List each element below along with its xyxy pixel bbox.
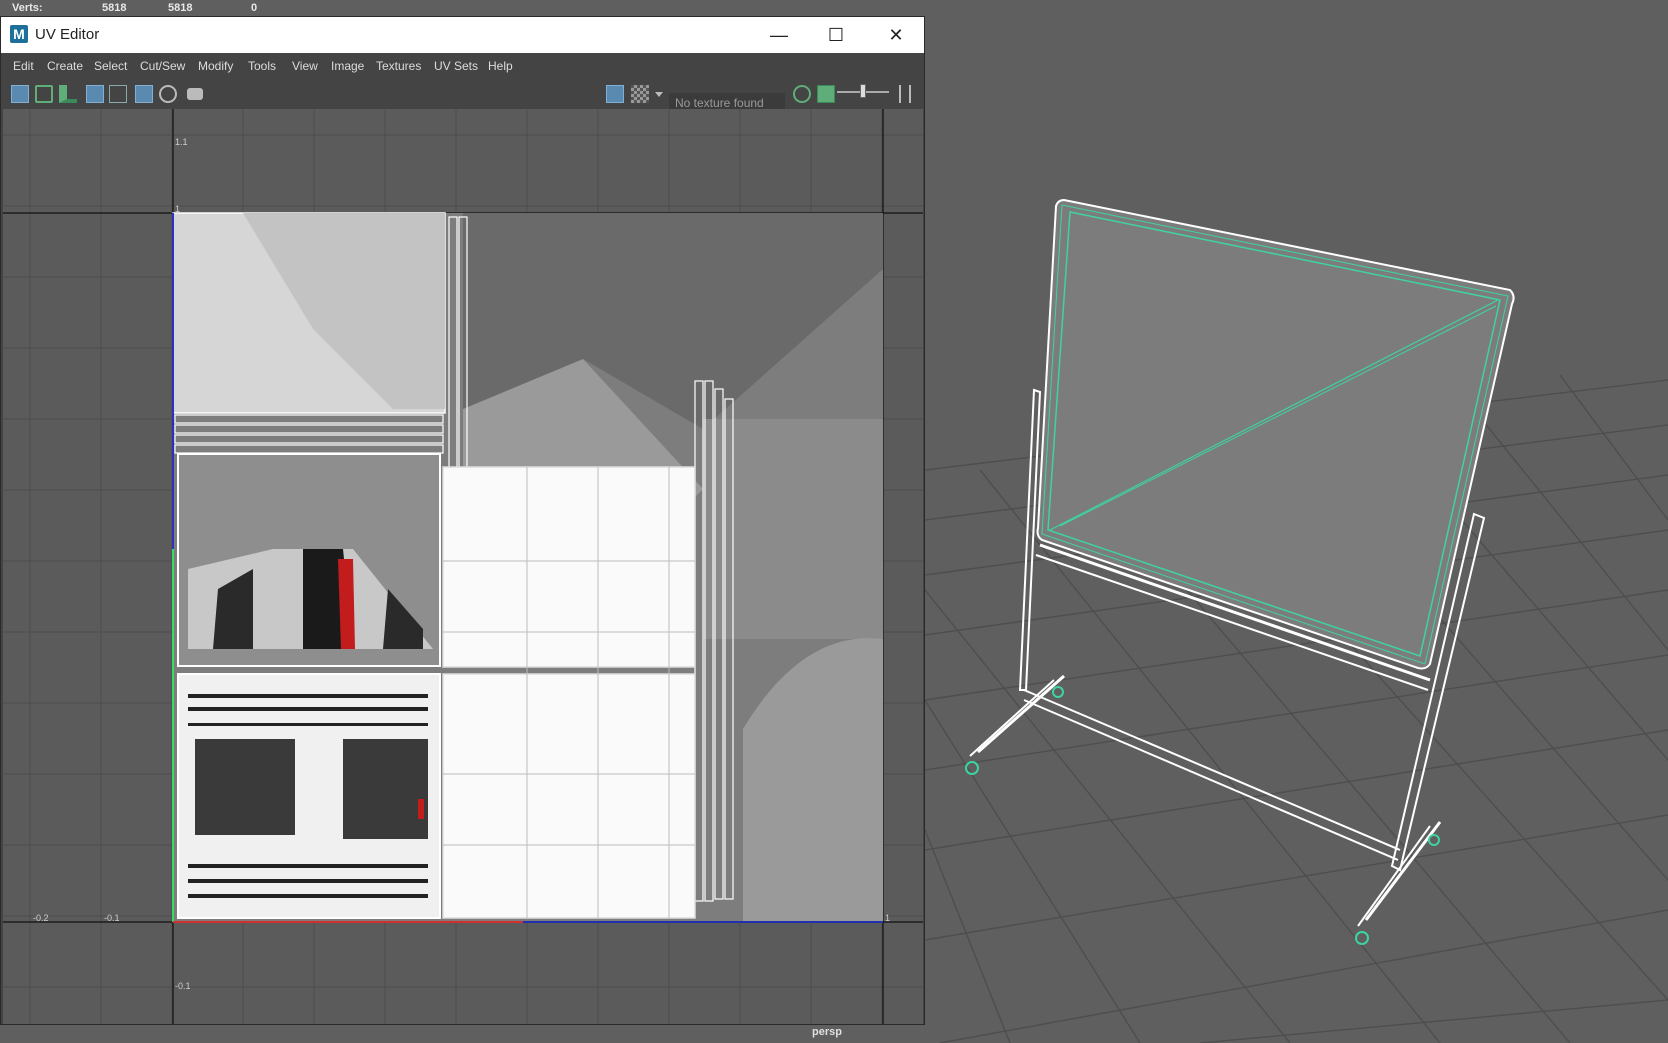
uv-shell-icon[interactable] xyxy=(11,85,29,103)
verts-label: Verts: xyxy=(12,2,43,14)
menu-image[interactable]: Image xyxy=(331,59,364,73)
menu-select[interactable]: Select xyxy=(94,59,127,73)
grid-icon[interactable] xyxy=(135,85,153,103)
window-title: UV Editor xyxy=(35,26,100,43)
maya-icon: M xyxy=(10,25,28,43)
uv-layout[interactable] xyxy=(3,109,923,1024)
menu-create[interactable]: Create xyxy=(47,59,83,73)
whiteboard-model[interactable] xyxy=(965,198,1515,945)
step-icon[interactable] xyxy=(899,85,911,103)
axis-label: 1.1 xyxy=(175,137,188,147)
menu-help[interactable]: Help xyxy=(488,59,513,73)
uv-canvas[interactable]: 1.1 1 -0.2 -0.1 -0.1 1 xyxy=(3,109,923,1024)
uv-select-icon[interactable] xyxy=(35,85,53,103)
uv-toolbar xyxy=(1,79,924,109)
menu-tools[interactable]: Tools xyxy=(248,59,276,73)
maximize-button[interactable]: ☐ xyxy=(813,17,859,53)
uv-editor-window[interactable]: M UV Editor — ☐ ✕ Edit Create Select Cut… xyxy=(0,16,925,1025)
dropdown-arrow-icon[interactable] xyxy=(655,92,663,97)
menu-uv-sets[interactable]: UV Sets xyxy=(434,59,478,73)
slider-icon[interactable] xyxy=(860,84,866,98)
close-button[interactable]: ✕ xyxy=(873,17,919,53)
menu-view[interactable]: View xyxy=(292,59,318,73)
window-titlebar[interactable]: M UV Editor — ☐ ✕ xyxy=(1,17,924,53)
menu-cut-sew[interactable]: Cut/Sew xyxy=(140,59,185,73)
snapshot-icon[interactable] xyxy=(187,88,203,100)
image-icon[interactable] xyxy=(817,85,835,103)
uv-shell xyxy=(703,419,883,639)
axis-label: 1 xyxy=(885,913,891,923)
camera-name: persp xyxy=(812,1026,842,1038)
uv-shell xyxy=(442,673,696,919)
refresh-icon[interactable] xyxy=(793,85,811,103)
tile-icon[interactable] xyxy=(109,85,127,103)
verts-value: 5818 xyxy=(168,2,193,14)
checker-icon[interactable] xyxy=(631,85,649,103)
menu-edit[interactable]: Edit xyxy=(13,59,34,73)
menu-textures[interactable]: Textures xyxy=(376,59,421,73)
menu-bar: Edit Create Select Cut/Sew Modify Tools … xyxy=(1,53,924,79)
axis-label: -0.1 xyxy=(175,981,191,991)
frame-icon[interactable] xyxy=(86,85,104,103)
minimize-button[interactable]: — xyxy=(756,17,802,53)
menu-modify[interactable]: Modify xyxy=(198,59,233,73)
verts-value: 5818 xyxy=(102,2,127,14)
hud-stats: Verts: 5818 5818 0 xyxy=(0,0,1668,16)
snap-icon[interactable] xyxy=(159,85,177,103)
axis-label: -0.2 xyxy=(33,913,49,923)
verts-value: 0 xyxy=(251,2,258,14)
axis-label: -0.1 xyxy=(104,913,120,923)
axis-label: 1 xyxy=(175,204,181,214)
uv-stack-icon[interactable] xyxy=(59,85,77,103)
image-display-icon[interactable] xyxy=(606,85,624,103)
uv-shell xyxy=(442,466,696,668)
